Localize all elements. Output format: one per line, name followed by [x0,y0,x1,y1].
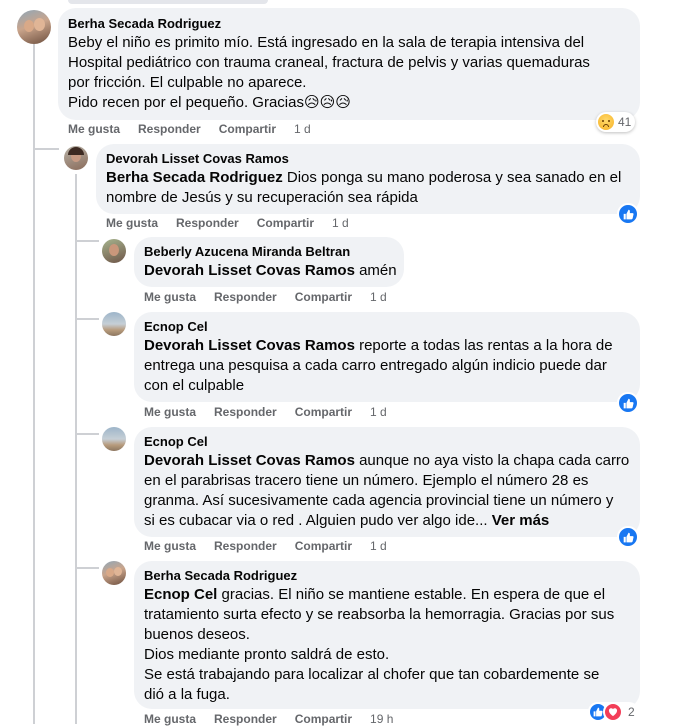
reply-line: Berha Secada Rodriguez Dios ponga su man… [106,168,630,188]
see-more-link[interactable]: Ver más [492,512,550,529]
comment-bubble: Berha Secada Rodriguez Beby el niño es p… [58,8,640,120]
reply-bubble: Berha Secada Rodriguez Ecnop Cel gracias… [134,561,640,709]
avatar[interactable] [64,146,88,170]
reply-text: amén [354,262,397,279]
thumbs-up-icon [623,209,634,219]
reply-line: dió a la fuga. [144,686,230,703]
reply-actions: Me gusta Responder Compartir 1 d [144,538,405,554]
comment-actions: Me gusta Responder Compartir 1 d [68,121,329,137]
timestamp[interactable]: 1 d [294,122,311,136]
timestamp[interactable]: 1 d [370,539,387,553]
reply-line: buenos deseos. [144,626,250,643]
like-reaction-badge[interactable] [617,203,639,225]
reply-author[interactable]: Beberly Azucena Miranda Beltran [144,243,394,260]
reply-text: reporte a todas las rentas a la hora de [354,337,613,354]
reply-line: si es cubacar via o red . Alguien pudo v… [144,511,630,531]
thread-line-main [33,44,35,724]
thread-connector [75,318,99,320]
reply-bubble: Ecnop Cel Devorah Lisset Covas Ramos aun… [134,427,640,537]
reply-link[interactable]: Responder [138,122,201,136]
reply-line: tratamiento surta efecto y se reabsorba … [144,606,615,623]
thread-connector [33,148,59,150]
mention-link[interactable]: Devorah Lisset Covas Ramos [144,262,355,279]
reply-actions: Me gusta Responder Compartir 1 d [144,404,405,420]
reply-line: entrega una pesquisa a cada carro entreg… [144,357,607,374]
reply-text: Dios ponga su mano poderosa y sea sanado… [282,169,622,186]
mention-link[interactable]: Devorah Lisset Covas Ramos [144,452,355,469]
reply-link[interactable]: Responder [214,405,277,419]
comment-line: por fricción. El culpable no aparece. [68,74,307,91]
thread-connector [75,433,99,435]
avatar[interactable] [102,312,126,336]
reply-line: Devorah Lisset Covas Ramos amén [144,261,397,281]
thread-connector [75,240,99,242]
reply-author[interactable]: Ecnop Cel [144,433,630,450]
reply-actions: Me gusta Responder Compartir 1 d [144,289,405,305]
sad-face-icon [598,114,614,130]
reply-line: en el parabrisas tracero tiene un número… [144,472,589,489]
reply-bubble: Beberly Azucena Miranda Beltran Devorah … [134,237,404,287]
comment-line: Hospital pediátrico con trauma craneal, … [68,54,590,71]
mention-link[interactable]: Devorah Lisset Covas Ramos [144,337,355,354]
reply-line: Dios mediante pronto saldrá de esto. [144,646,390,663]
reply-text: si es cubacar via o red . Alguien pudo v… [144,512,488,529]
avatar[interactable] [102,427,126,451]
reply-line: con el culpable [144,377,245,394]
like-link[interactable]: Me gusta [144,539,196,553]
thumbs-up-icon [623,532,634,542]
reaction-summary[interactable]: 41 [596,112,636,132]
reaction-count: 41 [618,115,632,129]
share-link[interactable]: Compartir [295,405,352,419]
previous-content-edge [68,0,268,4]
avatar[interactable] [102,239,126,263]
reply-author[interactable]: Ecnop Cel [144,318,630,335]
comment-line: Beby el niño es primito mío. Está ingres… [68,34,585,51]
reply-line: Devorah Lisset Covas Ramos aunque no aya… [144,451,630,471]
thumbs-up-icon [623,398,634,408]
avatar[interactable] [102,561,126,585]
share-link[interactable]: Compartir [295,539,352,553]
like-link[interactable]: Me gusta [144,405,196,419]
reply-text: aunque no aya visto la chapa cada carro [354,452,630,469]
timestamp[interactable]: 1 d [332,216,349,230]
comment-author[interactable]: Berha Secada Rodriguez [68,15,630,32]
reply-line: Devorah Lisset Covas Ramos reporte a tod… [144,336,630,356]
like-reaction-badge[interactable] [617,526,639,548]
like-link[interactable]: Me gusta [68,122,120,136]
reply-link[interactable]: Responder [214,290,277,304]
like-link[interactable]: Me gusta [144,290,196,304]
like-reaction-badge[interactable] [617,392,639,414]
reply-bubble: Ecnop Cel Devorah Lisset Covas Ramos rep… [134,312,640,402]
reply-line: nombre de Jesús y su recuperación sea rá… [106,189,418,206]
reply-author[interactable]: Berha Secada Rodriguez [144,567,630,584]
timestamp[interactable]: 1 d [370,290,387,304]
reply-author[interactable]: Devorah Lisset Covas Ramos [106,150,630,167]
avatar[interactable] [17,10,51,44]
share-link[interactable]: Compartir [257,216,314,230]
reply-link[interactable]: Responder [176,216,239,230]
reply-link[interactable]: Responder [214,539,277,553]
reply-line: Ecnop Cel gracias. El niño se mantiene e… [144,585,630,605]
reaction-count: 2 [628,705,635,719]
reply-line: granma. Así sucesivamente cada agencia p… [144,492,614,509]
reply-actions: Me gusta Responder Compartir 1 d [106,215,367,231]
reply-text: gracias. El niño se mantiene estable. En… [217,586,606,603]
mention-link[interactable]: Berha Secada Rodriguez [106,169,283,186]
heart-icon [603,702,623,722]
thread-connector [75,567,99,569]
share-link[interactable]: Compartir [219,122,276,136]
reaction-summary[interactable]: 2 [588,702,639,722]
reply-line: Se está trabajando para localizar al cho… [144,666,600,683]
thread-line-sub [75,174,77,724]
comment-line: Pido recen por el pequeño. Gracias😥😥😥 [68,94,351,111]
like-link[interactable]: Me gusta [106,216,158,230]
reply-bubble: Devorah Lisset Covas Ramos Berha Secada … [96,144,640,214]
share-link[interactable]: Compartir [295,290,352,304]
reply-actions: Me gusta Responder Compartir 19 h [144,711,411,727]
mention-link[interactable]: Ecnop Cel [144,586,217,603]
timestamp[interactable]: 1 d [370,405,387,419]
